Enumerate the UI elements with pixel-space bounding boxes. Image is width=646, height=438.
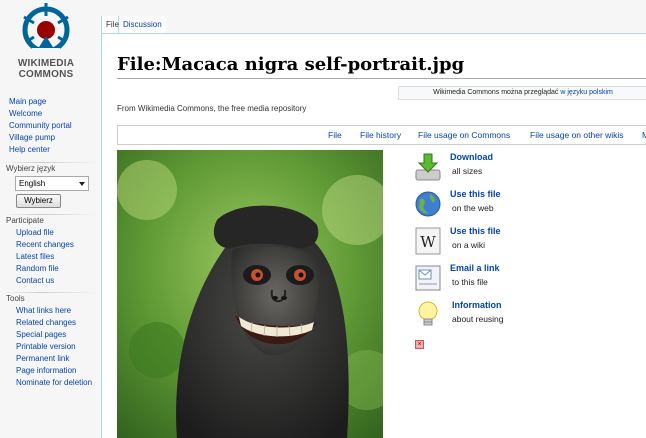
nav-random-file[interactable]: Random file xyxy=(0,263,101,275)
language-box: Wybierz język xyxy=(0,162,101,175)
tools-section: Tools What links here Related changes Sp… xyxy=(0,292,101,389)
language-select[interactable]: English xyxy=(15,176,89,191)
site-tagline: From Wikimedia Commons, the free media r… xyxy=(117,104,307,113)
sidebar: WIKIMEDIA COMMONS Main page Welcome Comm… xyxy=(0,0,101,438)
action-email-link[interactable]: Email a link to this file xyxy=(414,263,524,295)
action-download[interactable]: Download all sizes xyxy=(414,152,524,184)
language-notice: Wikimedia Commons można przeglądać w jęz… xyxy=(398,86,646,100)
notice-language-link[interactable]: w języku polskim xyxy=(560,89,613,96)
tools-heading: Tools xyxy=(6,294,25,303)
nav-help-center[interactable]: Help center xyxy=(0,144,101,156)
title-divider xyxy=(117,78,646,79)
nav-special-pages[interactable]: Special pages xyxy=(0,329,101,341)
nav-village-pump[interactable]: Village pump xyxy=(0,132,101,144)
toc-file-usage-commons[interactable]: File usage on Commons xyxy=(418,130,510,140)
globe-icon xyxy=(415,191,441,217)
nav-upload-file[interactable]: Upload file xyxy=(0,227,101,239)
page-title: File:Macaca nigra self-portrait.jpg xyxy=(117,54,465,75)
file-toc-bar: File File history File usage on Commons … xyxy=(117,125,646,145)
action-use-web-sub: on the web xyxy=(452,203,494,213)
email-icon xyxy=(415,265,441,291)
toc-file-history[interactable]: File history xyxy=(360,130,401,140)
participate-section: Participate Upload file Recent changes L… xyxy=(0,214,101,287)
action-email-sub: to this file xyxy=(452,277,488,287)
macaque-photo[interactable] xyxy=(117,150,383,438)
action-information[interactable]: Information about reusing xyxy=(414,300,524,332)
language-heading: Wybierz język xyxy=(6,164,56,173)
toc-file[interactable]: File xyxy=(328,130,342,140)
logo-line1: WIKIMEDIA xyxy=(17,58,75,69)
nav-latest-files[interactable]: Latest files xyxy=(0,251,101,263)
logo-line2: COMMONS xyxy=(18,69,74,80)
nav-printable-version[interactable]: Printable version xyxy=(0,341,101,353)
svg-text:W: W xyxy=(420,233,436,251)
action-information-label: Information xyxy=(452,300,502,310)
nav-welcome[interactable]: Welcome xyxy=(0,108,101,120)
logo-wordmark: WIKIMEDIA COMMONS xyxy=(4,58,88,80)
tab-file[interactable]: File xyxy=(101,16,119,34)
toc-more[interactable]: M xyxy=(642,130,646,140)
tab-discussion[interactable]: Discussion xyxy=(119,16,166,34)
action-email-label: Email a link xyxy=(450,263,500,273)
lightbulb-icon xyxy=(418,301,438,326)
content-area: File:Macaca nigra self-portrait.jpg Wiki… xyxy=(101,33,646,438)
action-download-sub: all sizes xyxy=(452,166,483,176)
action-use-wiki-sub: on a wiki xyxy=(452,240,486,250)
nav-recent-changes[interactable]: Recent changes xyxy=(0,239,101,251)
main-navigation: Main page Welcome Community portal Villa… xyxy=(0,96,101,156)
action-use-on-wiki[interactable]: W Use this file on a wiki xyxy=(414,226,524,258)
action-use-wiki-label: Use this file xyxy=(450,226,501,236)
nav-contact-us[interactable]: Contact us xyxy=(0,275,101,287)
nav-community-portal[interactable]: Community portal xyxy=(0,120,101,132)
language-submit-button[interactable]: Wybierz xyxy=(16,194,61,208)
notice-text: Wikimedia Commons można przeglądać xyxy=(433,89,559,96)
nav-main-page[interactable]: Main page xyxy=(0,96,101,108)
action-download-label: Download xyxy=(450,152,493,162)
close-icon[interactable]: × xyxy=(415,340,424,349)
toc-file-usage-other-wikis[interactable]: File usage on other wikis xyxy=(530,130,624,140)
language-select-value: English xyxy=(19,179,46,188)
action-use-on-web[interactable]: Use this file on the web xyxy=(414,189,524,221)
nav-page-information[interactable]: Page information xyxy=(0,365,101,377)
nav-related-changes[interactable]: Related changes xyxy=(0,317,101,329)
action-use-web-label: Use this file xyxy=(450,189,501,199)
chevron-down-icon xyxy=(79,182,85,186)
wikipedia-icon: W xyxy=(415,227,441,255)
nav-nominate-for-deletion[interactable]: Nominate for deletion xyxy=(0,377,101,389)
nav-what-links-here[interactable]: What links here xyxy=(0,305,101,317)
participate-heading: Participate xyxy=(6,216,44,225)
action-information-sub: about reusing xyxy=(452,314,504,324)
download-icon xyxy=(415,153,441,181)
nav-permanent-link[interactable]: Permanent link xyxy=(0,353,101,365)
